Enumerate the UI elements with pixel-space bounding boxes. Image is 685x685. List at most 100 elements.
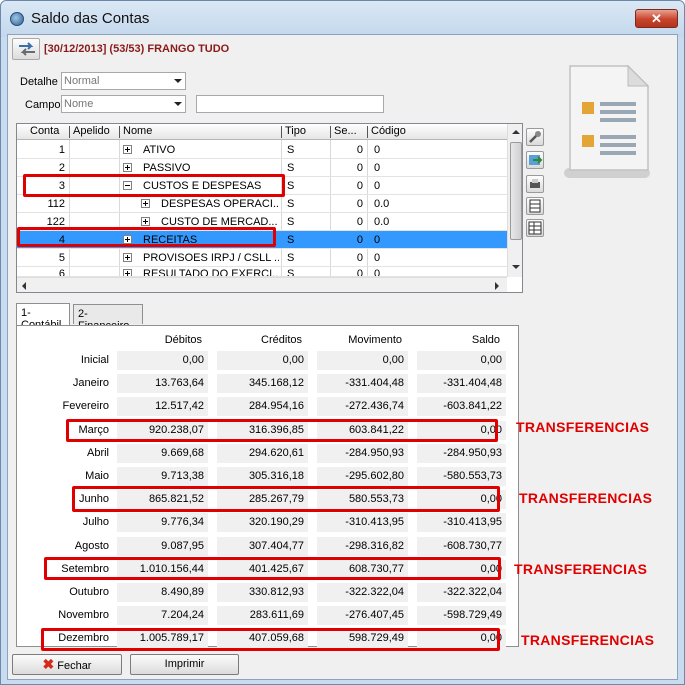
campo-select[interactable]: Nome	[61, 95, 186, 113]
expand-icon[interactable]	[123, 163, 132, 172]
swap-arrows-icon	[19, 42, 35, 56]
month-label: Novembro	[58, 609, 109, 622]
expand-icon[interactable]	[141, 217, 150, 226]
debitos-cell: 9.713,38	[117, 467, 208, 486]
scroll-right-icon[interactable]	[495, 282, 499, 290]
detalhe-select[interactable]: Normal	[61, 72, 186, 90]
balance-row: Novembro 7.204,24 283.611,69 -276.407,45 -59…	[17, 606, 517, 626]
col-se[interactable]: Se...	[334, 125, 357, 137]
creditos-cell: 283.611,69	[217, 606, 308, 626]
debitos-cell: 7.204,24	[117, 606, 208, 626]
col-tipo[interactable]: Tipo	[285, 125, 306, 137]
horizontal-scrollbar[interactable]	[17, 277, 507, 292]
saldo-cell: -580.553,73	[417, 467, 506, 486]
window-title: Saldo das Contas	[31, 10, 150, 27]
saldo-cell: -322.322,04	[417, 583, 506, 602]
movimento-cell: -298.316,82	[317, 536, 408, 556]
expand-icon[interactable]	[123, 145, 132, 154]
movimento-cell: -331.404,48	[317, 374, 408, 394]
col-codigo[interactable]: Código	[371, 125, 406, 137]
expand-icon[interactable]	[123, 269, 132, 276]
scroll-left-icon[interactable]	[22, 282, 26, 290]
highlight-dezembro	[41, 628, 500, 651]
swap-button[interactable]	[12, 38, 40, 60]
creditos-cell: 330.812,93	[217, 583, 308, 602]
accounts-grid[interactable]: Conta Apelido Nome Tipo Se... Código 1 A…	[16, 123, 523, 293]
debitos-cell: 13.763,64	[117, 374, 208, 394]
detalhe-label: Detalhe	[20, 76, 58, 88]
month-label: Outubro	[69, 586, 109, 598]
print-preview-button[interactable]	[526, 175, 544, 193]
movimento-cell: -284.950,93	[317, 443, 408, 463]
scroll-down-icon[interactable]	[512, 265, 520, 269]
wrench-icon	[529, 131, 541, 143]
tab-contabil[interactable]: 1-Contábil	[16, 303, 70, 331]
month-label: Inicial	[80, 354, 109, 366]
client-area: [30/12/2013] (53/53) FRANGO TUDO Detalhe…	[7, 34, 678, 680]
col-apelido[interactable]: Apelido	[73, 125, 110, 137]
search-input[interactable]	[196, 95, 384, 113]
table-row[interactable]: 6 RESULTADO DO EXERCI... S 0 0	[17, 267, 507, 277]
annotation-transferencias: TRANSFERENCIAS	[514, 561, 648, 577]
month-label: Agosto	[74, 539, 109, 552]
columns-button[interactable]	[526, 219, 544, 237]
saldo-cell: -310.413,95	[417, 513, 506, 533]
chevron-down-icon	[174, 102, 182, 106]
campo-value: Nome	[64, 98, 94, 110]
movimento-cell: -322.322,04	[317, 583, 408, 602]
balance-row: Fevereiro 12.517,42 284.954,16 -272.436,74-…	[17, 397, 517, 417]
expand-icon[interactable]	[123, 253, 132, 262]
month-label: Fevereiro	[62, 400, 109, 413]
saldo-cell: -598.729,49	[417, 606, 506, 626]
printer-icon	[530, 179, 540, 188]
creditos-cell: 307.404,77	[217, 536, 308, 556]
vertical-scrollbar[interactable]	[507, 124, 522, 277]
balance-row: Maio 9.713,38 305.316,18 -295.602,80 -580.55…	[17, 467, 517, 487]
highlight-receitas	[17, 227, 276, 247]
grid-header: Conta Apelido Nome Tipo Se... Código	[17, 124, 507, 140]
balance-row: Abril 9.669,68 294.620,61 -284.950,93 -284.9…	[17, 443, 517, 464]
tab-financeiro[interactable]: 2-Financeiro	[73, 304, 143, 332]
balance-row: Outubro 8.490,89 330.812,93 -322.322,04 -322…	[17, 583, 517, 603]
expand-icon[interactable]	[141, 199, 150, 208]
imprimir-label: Imprimir	[164, 658, 205, 670]
creditos-cell: 284.954,16	[217, 397, 308, 417]
month-label: Janeiro	[72, 377, 109, 390]
creditos-cell: 0,00	[217, 351, 308, 370]
close-button[interactable]: ✕	[635, 9, 678, 28]
debitos-cell: 9.087,95	[117, 536, 208, 556]
debitos-cell: 8.490,89	[117, 583, 208, 602]
fechar-label: Fechar	[57, 660, 92, 672]
table-layout-icon	[529, 199, 541, 213]
table-row[interactable]: 112 DESPESAS OPERACI... S 0 0.0	[17, 195, 507, 213]
document-icon	[564, 64, 650, 178]
tools-button[interactable]	[526, 128, 544, 146]
imprimir-button[interactable]: Imprimir	[130, 654, 239, 675]
creditos-cell: 294.620,61	[217, 443, 308, 463]
month-label: Julho	[82, 516, 109, 529]
saldo-cell: -608.730,77	[417, 536, 506, 556]
movimento-cell: -295.602,80	[317, 467, 408, 486]
table-row[interactable]: 1 ATIVO S 0 0	[17, 141, 507, 159]
col-debitos: Débitos	[164, 334, 202, 346]
col-nome[interactable]: Nome	[123, 125, 152, 137]
creditos-cell: 305.316,18	[217, 467, 308, 486]
col-conta[interactable]: Conta	[30, 125, 59, 137]
close-x-icon: ✖	[42, 656, 55, 672]
saldo-cell: 0,00	[417, 351, 506, 370]
movimento-cell: -310.413,95	[317, 513, 408, 533]
col-movimento: Movimento	[348, 334, 402, 346]
table-row[interactable]: 5 PROVISOES IRPJ / CSLL ... S 0 0	[17, 249, 507, 267]
movimento-cell: 0,00	[317, 351, 408, 370]
grid-columns-icon	[528, 221, 542, 235]
layout-button[interactable]	[526, 197, 544, 215]
annotation-transferencias: TRANSFERENCIAS	[519, 490, 653, 506]
scroll-up-icon[interactable]	[512, 130, 520, 134]
fechar-button[interactable]: ✖ Fechar	[12, 654, 122, 675]
scroll-thumb[interactable]	[510, 142, 522, 240]
export-button[interactable]	[526, 151, 544, 169]
saldo-cell: -603.841,22	[417, 397, 506, 417]
export-icon	[529, 155, 543, 165]
month-label: Maio	[85, 470, 109, 482]
saldo-cell: -331.404,48	[417, 374, 506, 394]
